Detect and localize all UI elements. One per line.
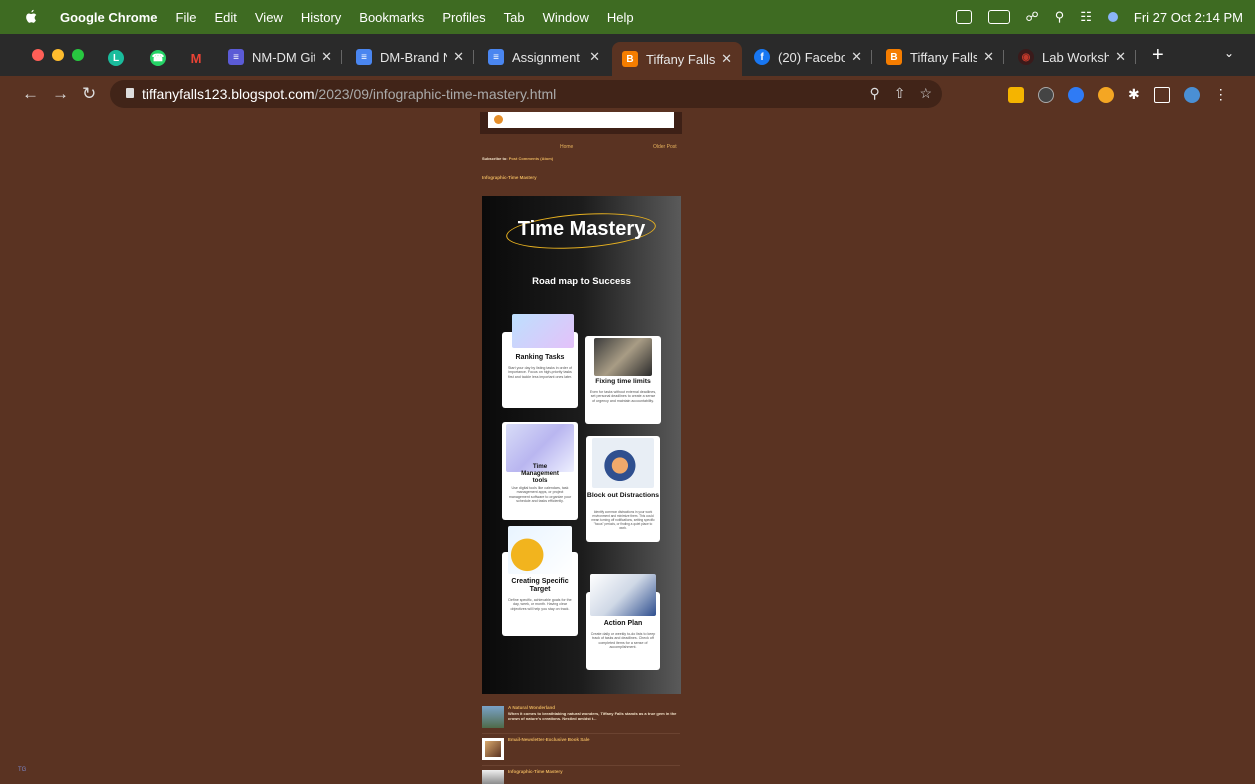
- control-center-icon[interactable]: ☷: [1080, 9, 1092, 25]
- close-tab-icon[interactable]: ✕: [721, 51, 732, 67]
- blog-main-column: Home Older Post Subscribe to: Post Comme…: [480, 112, 682, 784]
- infographic-title: Time Mastery: [517, 218, 646, 240]
- blogger-icon: B: [622, 51, 638, 67]
- blogger-badge-icon: [494, 115, 503, 124]
- card-block-out-distractions: Block out Distractions Identify common d…: [586, 436, 660, 542]
- menu-view[interactable]: View: [255, 10, 283, 25]
- infographic-subtitle: Road map to Success: [532, 276, 631, 287]
- siri-icon[interactable]: [1107, 12, 1118, 22]
- back-arrow-icon[interactable]: ←: [22, 84, 39, 104]
- extension-moon-icon[interactable]: [1038, 86, 1054, 103]
- post-comments-atom-link[interactable]: Post Comments (Atom): [509, 156, 553, 161]
- new-tab-icon[interactable]: +: [1152, 44, 1164, 67]
- post-title-link[interactable]: Infographic-Time Mastery: [482, 175, 537, 180]
- list-icon: ≡: [228, 49, 244, 65]
- circle-icon: ◉: [1018, 49, 1034, 65]
- pinned-tab-whatsapp-icon[interactable]: ☎: [150, 50, 166, 66]
- post-thumbnail: [482, 770, 504, 784]
- url-text[interactable]: tiffanyfalls123.blogspot.com/2023/09/inf…: [142, 86, 556, 102]
- menu-profiles[interactable]: Profiles: [442, 10, 485, 25]
- previous-widget: [480, 112, 682, 134]
- page-viewport: Home Older Post Subscribe to: Post Comme…: [0, 112, 1255, 784]
- extension-notes-icon[interactable]: [1008, 86, 1024, 103]
- phone-person-illustration: [592, 438, 654, 488]
- menu-file[interactable]: File: [176, 10, 197, 25]
- ranking-illustration: [512, 314, 574, 348]
- menu-history[interactable]: History: [301, 10, 341, 25]
- plan-illustration: [590, 574, 656, 616]
- close-tab-icon[interactable]: ✕: [453, 49, 464, 65]
- tab-dm-brand[interactable]: ≡ DM-Brand N ✕: [346, 42, 474, 72]
- card-creating-specific-target: Creating Specific Target Define specific…: [502, 526, 578, 636]
- extension-wave-icon[interactable]: [1068, 86, 1084, 103]
- reload-icon[interactable]: ↻: [82, 84, 96, 104]
- card-fixing-time-limits: Fixing time limits Even for tasks withou…: [585, 336, 661, 424]
- link-icon[interactable]: ☍: [1026, 9, 1039, 25]
- profile-avatar[interactable]: [1183, 86, 1200, 103]
- subscribe-line: Subscribe to: Post Comments (Atom): [482, 156, 554, 161]
- close-tab-icon[interactable]: ✕: [1115, 49, 1126, 65]
- tab-lab-workshop[interactable]: ◉ Lab Worksh ✕: [1008, 42, 1136, 72]
- tab-tiffany-falls[interactable]: B Tiffany Falls ✕: [876, 42, 1004, 72]
- target-illustration: [508, 526, 572, 574]
- tab-facebook[interactable]: f (20) Facebo ✕: [744, 42, 872, 72]
- extensions-puzzle-icon[interactable]: ✱: [1128, 86, 1140, 103]
- older-post-link[interactable]: Older Post: [653, 144, 677, 150]
- close-tab-icon[interactable]: ✕: [589, 49, 600, 65]
- extension-w-icon[interactable]: [1098, 86, 1114, 103]
- clipboard-icon[interactable]: [955, 10, 972, 24]
- window-controls: [32, 49, 84, 61]
- minimize-window-button[interactable]: [52, 49, 64, 61]
- battery-icon[interactable]: [987, 10, 1010, 24]
- share-icon[interactable]: ⇧: [894, 85, 906, 102]
- home-link[interactable]: Home: [560, 144, 573, 150]
- card-ranking-tasks: Ranking Tasks Start your day by listing …: [502, 314, 578, 408]
- maximize-window-button[interactable]: [72, 49, 84, 61]
- pinned-tab-gmail-icon[interactable]: M: [188, 50, 204, 66]
- card-time-management-tools: Time Management tools Use digital tools …: [502, 422, 578, 520]
- browser-tab-strip: L ☎ M ≡ NM-DM Git ✕ ≡ DM-Brand N ✕ ≡ Ass…: [0, 34, 1255, 76]
- menu-help[interactable]: Help: [607, 10, 634, 25]
- macos-menu-bar: Google Chrome File Edit View History Boo…: [0, 0, 1255, 34]
- bookmark-star-icon[interactable]: ☆: [919, 85, 932, 102]
- chrome-menu-icon[interactable]: ⋮: [1214, 86, 1228, 103]
- related-post-time-mastery[interactable]: Infographic-Time Mastery: [482, 768, 680, 784]
- blogger-icon: B: [886, 49, 902, 65]
- zoom-icon[interactable]: ⚲: [869, 85, 879, 102]
- tab-assignment[interactable]: ≡ Assignment ✕: [478, 42, 610, 72]
- clocks-photo: [594, 338, 652, 376]
- related-post-natural-wonderland[interactable]: A Natural Wonderland When it comes to br…: [482, 704, 680, 734]
- related-post-book-sale[interactable]: Email-Newsletter-Exclusive Book Sale: [482, 736, 680, 766]
- facebook-icon: f: [754, 49, 770, 65]
- lock-icon[interactable]: [126, 88, 134, 98]
- menubar-app-name[interactable]: Google Chrome: [60, 10, 158, 25]
- forward-arrow-icon[interactable]: →: [52, 84, 69, 104]
- post-thumbnail: [482, 738, 504, 760]
- pinned-tab-app-icon[interactable]: L: [108, 50, 124, 66]
- tab-tiffany-falls-active[interactable]: B Tiffany Falls ✕: [612, 42, 742, 76]
- menubar-clock[interactable]: Fri 27 Oct 2:14 PM: [1134, 10, 1243, 25]
- side-panel-icon[interactable]: [1153, 86, 1170, 103]
- browser-toolbar: ← → ↻ tiffanyfalls123.blogspot.com/2023/…: [0, 76, 1255, 112]
- menu-window[interactable]: Window: [543, 10, 589, 25]
- tab-nm-dm-git[interactable]: ≡ NM-DM Git ✕: [218, 42, 342, 72]
- extensions-area: ✱ ⋮: [1008, 86, 1228, 103]
- apple-menu-icon[interactable]: [22, 9, 40, 25]
- menu-edit[interactable]: Edit: [214, 10, 236, 25]
- corner-badge[interactable]: TG: [18, 767, 26, 773]
- menu-bookmarks[interactable]: Bookmarks: [359, 10, 424, 25]
- docs-icon: ≡: [356, 49, 372, 65]
- menu-tab[interactable]: Tab: [504, 10, 525, 25]
- close-tab-icon[interactable]: ✕: [851, 49, 862, 65]
- card-action-plan: Action Plan Create daily or weekly to-do…: [586, 574, 660, 670]
- post-thumbnail: [482, 706, 504, 728]
- close-tab-icon[interactable]: ✕: [321, 49, 332, 65]
- docs-icon: ≡: [488, 49, 504, 65]
- tab-search-chevron-icon[interactable]: ⌄: [1224, 46, 1234, 60]
- time-mastery-infographic[interactable]: Time Mastery Road map to Success Ranking…: [482, 196, 681, 694]
- spotlight-search-icon[interactable]: ⚲: [1055, 9, 1065, 25]
- address-bar[interactable]: tiffanyfalls123.blogspot.com/2023/09/inf…: [110, 80, 942, 108]
- close-window-button[interactable]: [32, 49, 44, 61]
- close-tab-icon[interactable]: ✕: [983, 49, 994, 65]
